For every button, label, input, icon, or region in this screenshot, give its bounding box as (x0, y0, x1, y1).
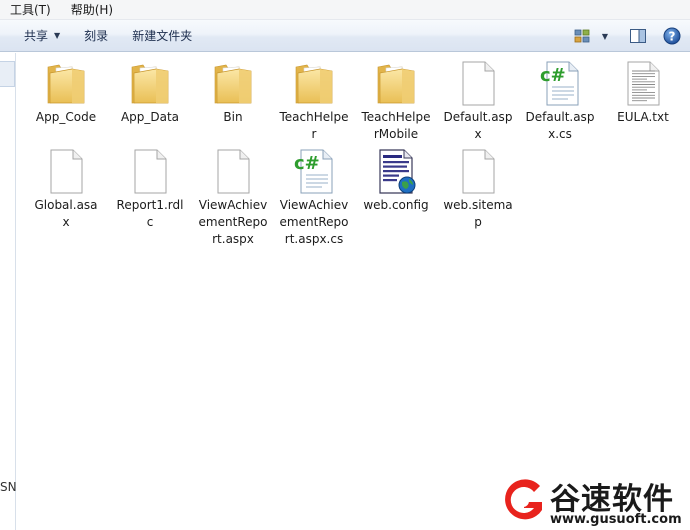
burn-button[interactable]: 刻录 (72, 25, 120, 47)
config-file-icon (379, 149, 416, 194)
file-item[interactable]: TeachHelperMobile (355, 59, 437, 143)
file-name: EULA.txt (617, 110, 669, 124)
file-item[interactable]: ViewAchievementReport.aspx (192, 147, 274, 248)
new-folder-button[interactable]: 新建文件夹 (120, 25, 204, 47)
file-name: TeachHelperMobile (361, 110, 431, 141)
file-item[interactable]: Default.aspx (437, 59, 519, 143)
document-icon (462, 149, 495, 194)
menu-help[interactable]: 帮助(H) (61, 1, 123, 19)
file-item[interactable]: App_Code (25, 59, 107, 126)
csharp-file-icon: c# (294, 149, 333, 194)
svg-text:c#: c# (540, 65, 566, 86)
file-item[interactable]: TeachHelper (273, 59, 355, 143)
file-name: App_Code (35, 110, 97, 124)
file-name: App_Data (120, 110, 180, 124)
view-options-icon (574, 29, 590, 43)
file-item[interactable]: c# ViewAchievementReport.aspx.cs (273, 147, 355, 248)
toolbar-right-group: ▼ ? (566, 24, 684, 48)
file-name: Default.aspx (443, 110, 513, 141)
view-options-button[interactable] (570, 25, 594, 47)
file-item[interactable]: c# Default.aspx.cs (519, 59, 601, 143)
file-name: ViewAchievementReport.aspx (198, 198, 268, 246)
file-item[interactable]: App_Data (109, 59, 191, 126)
nav-selected-item[interactable] (0, 61, 15, 87)
help-button[interactable]: ? (660, 25, 684, 47)
text-file-icon (627, 61, 660, 106)
folder-icon (131, 64, 169, 104)
watermark-url: www.gusuoft.com (550, 512, 682, 527)
document-icon (462, 61, 495, 106)
watermark: 谷速软件 www.gusuoft.com (490, 470, 690, 530)
file-item[interactable]: EULA.txt (602, 59, 684, 126)
document-icon (134, 149, 167, 194)
new-folder-label: 新建文件夹 (132, 28, 193, 43)
file-name: ViewAchievementReport.aspx.cs (279, 198, 349, 246)
document-icon (217, 149, 250, 194)
folder-icon (47, 64, 85, 104)
gusu-logo-icon (505, 479, 542, 520)
csharp-file-icon: c# (540, 61, 579, 106)
file-name: web.sitemap (443, 198, 513, 229)
file-name: Report1.rdlc (116, 198, 184, 229)
svg-text:c#: c# (294, 153, 320, 174)
folder-icon (295, 64, 333, 104)
view-dropdown-button[interactable]: ▼ (598, 25, 612, 47)
folder-icon (377, 64, 415, 104)
file-item[interactable]: Bin (192, 59, 274, 126)
command-toolbar: 共享 ▼ 刻录 新建文件夹 ▼ ? (0, 20, 690, 52)
preview-pane-button[interactable] (626, 25, 650, 47)
navigation-pane[interactable] (0, 53, 16, 530)
chevron-down-icon: ▼ (601, 31, 609, 41)
file-name: Default.aspx.cs (525, 110, 595, 141)
share-label: 共享 (24, 28, 49, 43)
help-icon: ? (663, 27, 681, 45)
nav-partial-label: SN (0, 480, 17, 494)
share-button[interactable]: 共享 ▼ (12, 25, 72, 47)
menu-tools[interactable]: 工具(T) (0, 1, 61, 19)
svg-text:?: ? (669, 29, 676, 43)
file-name: Global.asax (34, 198, 98, 229)
file-item[interactable]: Global.asax (25, 147, 107, 231)
file-item[interactable]: web.sitemap (437, 147, 519, 231)
file-name: Bin (223, 110, 243, 124)
chevron-down-icon: ▼ (54, 30, 61, 40)
document-icon (50, 149, 83, 194)
burn-label: 刻录 (84, 28, 109, 43)
preview-pane-icon (630, 29, 646, 43)
file-name: TeachHelper (279, 110, 349, 141)
menu-bar: 工具(T) 帮助(H) (0, 0, 690, 20)
file-name: web.config (363, 198, 429, 212)
file-item[interactable]: web.config (355, 147, 437, 214)
file-list[interactable]: App_Code App_Data Bin TeachHelper TeachHelpe… (17, 53, 690, 530)
file-item[interactable]: Report1.rdlc (109, 147, 191, 231)
folder-icon (214, 64, 252, 104)
